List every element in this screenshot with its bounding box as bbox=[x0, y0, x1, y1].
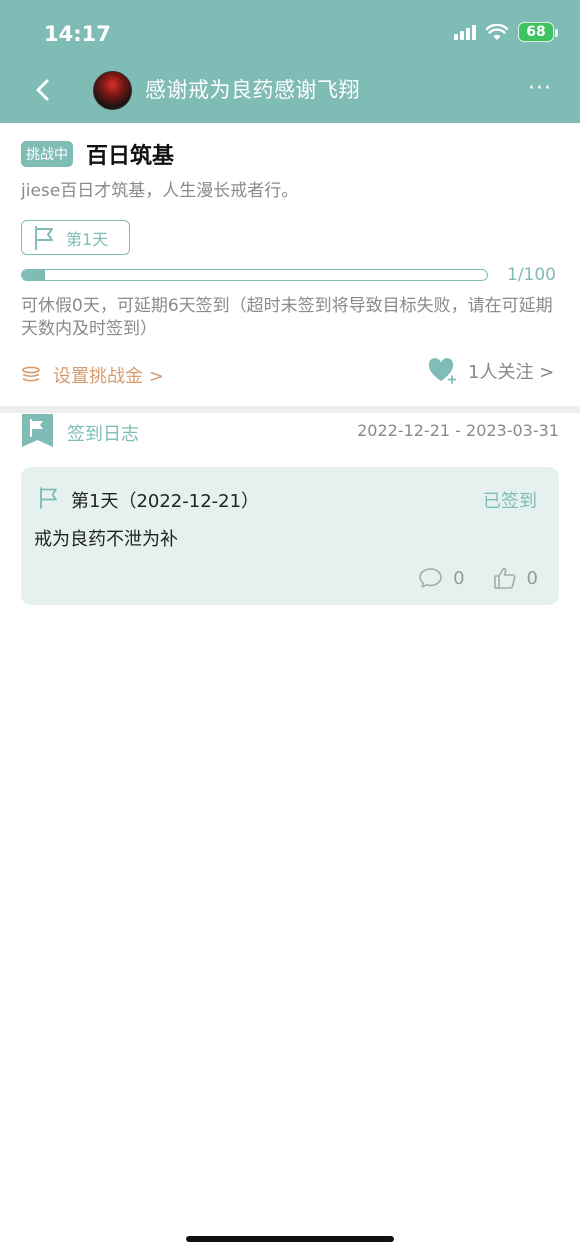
home-indicator bbox=[186, 1236, 394, 1242]
challenge-title: 百日筑基 bbox=[86, 144, 175, 169]
section-divider bbox=[0, 406, 580, 413]
avatar[interactable] bbox=[93, 71, 132, 110]
checkin-day: 第1天（2022-12-21） bbox=[71, 491, 260, 512]
followers-label: 1人关注 > bbox=[468, 362, 555, 383]
like-count: 0 bbox=[526, 567, 538, 589]
coins-icon bbox=[22, 366, 40, 382]
heart-plus-icon bbox=[428, 358, 457, 384]
back-arrow-icon[interactable] bbox=[30, 76, 56, 104]
checkin-date-range: 2022-12-21 - 2023-03-31 bbox=[357, 421, 559, 440]
cellular-signal-icon bbox=[454, 24, 476, 40]
checkin-status: 已签到 bbox=[483, 491, 537, 512]
checkin-actions: 0 0 bbox=[418, 566, 538, 590]
bookmark-flag-icon bbox=[22, 414, 53, 447]
checkin-notice: 可休假0天，可延期6天签到（超时未签到将导致目标失败，请在可延期天数内及时签到） bbox=[21, 296, 553, 339]
progress-bar bbox=[21, 269, 488, 281]
set-challenge-money-link[interactable]: 设置挑战金 > bbox=[21, 362, 164, 388]
top-header: 14:17 68 感谢戒为良药感谢飞翔 ··· bbox=[0, 0, 580, 123]
flag-icon bbox=[35, 225, 53, 250]
challenge-description: jiese百日才筑基，人生漫长戒者行。 bbox=[21, 181, 299, 201]
flag-icon bbox=[40, 487, 57, 509]
followers-link[interactable]: 1人关注 > bbox=[428, 358, 554, 384]
comment-button[interactable]: 0 bbox=[418, 567, 465, 589]
set-challenge-money-label: 设置挑战金 > bbox=[53, 366, 164, 387]
progress-fill bbox=[22, 270, 46, 280]
status-icons: 68 bbox=[454, 22, 558, 42]
thumbs-up-icon bbox=[493, 567, 516, 589]
comment-count: 0 bbox=[453, 567, 465, 589]
comment-icon bbox=[419, 568, 442, 588]
checkin-content: 戒为良药不泄为补 bbox=[34, 529, 178, 550]
battery-icon: 68 bbox=[518, 22, 558, 42]
checkin-log-title: 签到日志 bbox=[67, 424, 139, 445]
status-time: 14:17 bbox=[44, 22, 111, 46]
page-title: 感谢戒为良药感谢飞翔 bbox=[145, 78, 360, 102]
current-day-badge: 第1天 bbox=[21, 220, 130, 255]
wifi-icon bbox=[486, 23, 508, 40]
checkin-log-card[interactable]: 第1天（2022-12-21） 已签到 戒为良药不泄为补 0 0 bbox=[21, 467, 559, 605]
status-badge: 挑战中 bbox=[21, 141, 73, 167]
progress-count: 1/100 bbox=[507, 265, 556, 285]
current-day-label: 第1天 bbox=[66, 229, 109, 249]
battery-level: 68 bbox=[526, 24, 546, 40]
more-options-icon[interactable]: ··· bbox=[528, 78, 552, 100]
like-button[interactable]: 0 bbox=[493, 566, 538, 590]
